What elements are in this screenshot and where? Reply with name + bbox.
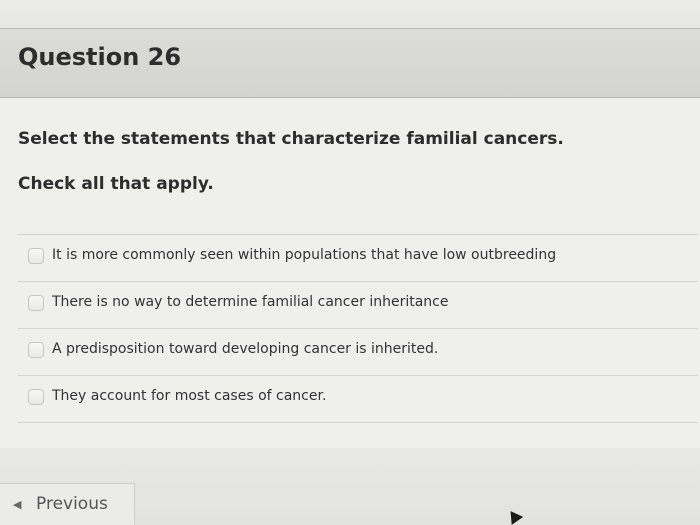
answer-option-3[interactable]: A predisposition toward developing cance… <box>18 329 698 376</box>
answer-label: A predisposition toward developing cance… <box>52 341 439 357</box>
answer-label: There is no way to determine familial ca… <box>52 294 449 310</box>
top-strip <box>0 0 700 30</box>
answer-option-2[interactable]: There is no way to determine familial ca… <box>18 282 698 329</box>
question-header: Question 26 <box>0 29 700 98</box>
chevron-left-icon: ◀ <box>13 498 22 511</box>
question-instruction: Check all that apply. <box>18 174 214 194</box>
question-prompt: Select the statements that characterize … <box>18 129 564 149</box>
answer-label: They account for most cases of cancer. <box>52 388 327 404</box>
answer-list: It is more commonly seen within populati… <box>18 234 698 423</box>
answer-option-4[interactable]: They account for most cases of cancer. <box>18 376 698 423</box>
previous-button[interactable]: ◀ Previous <box>0 483 135 525</box>
question-title: Question 26 <box>18 43 182 71</box>
question-card: Question 26 Select the statements that c… <box>0 28 700 450</box>
answer-option-1[interactable]: It is more commonly seen within populati… <box>18 235 698 282</box>
answer-label: It is more commonly seen within populati… <box>52 247 557 263</box>
answer-checkbox[interactable] <box>28 295 44 311</box>
previous-label: Previous <box>36 494 108 514</box>
answer-checkbox[interactable] <box>28 342 44 358</box>
answer-checkbox[interactable] <box>28 389 44 405</box>
answer-checkbox[interactable] <box>28 248 44 264</box>
